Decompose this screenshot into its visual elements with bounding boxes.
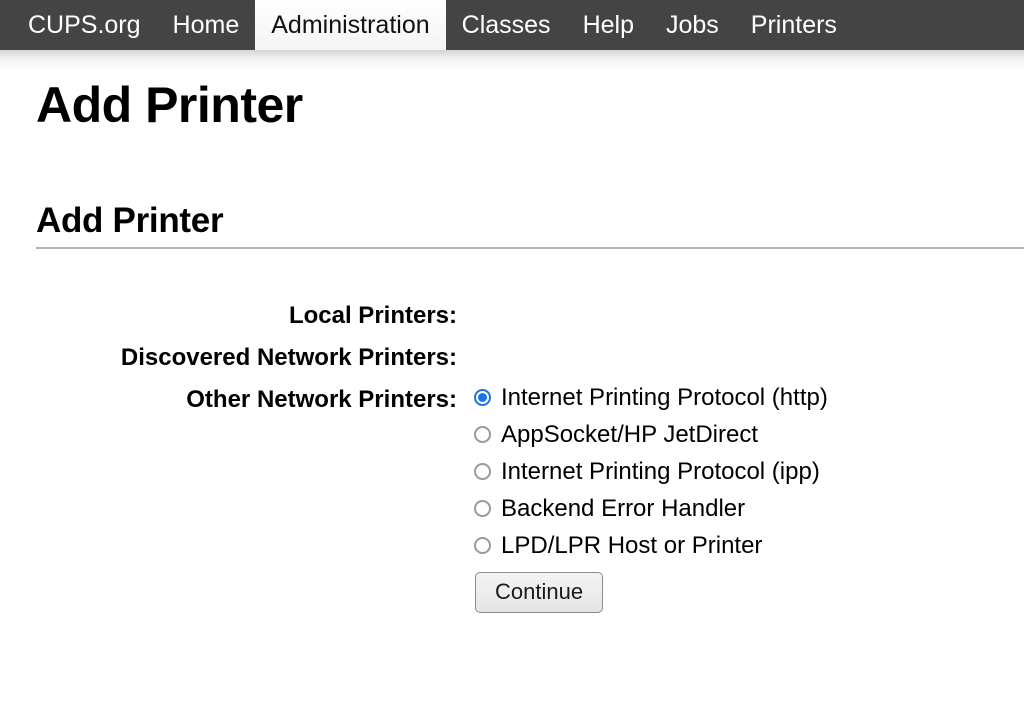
section-heading-add-printer: Add Printer <box>36 133 1024 250</box>
radio-button-icon[interactable] <box>474 389 491 407</box>
nav-item-jobs[interactable]: Jobs <box>650 0 735 50</box>
radio-option-label[interactable]: AppSocket/HP JetDirect <box>501 422 758 447</box>
label-other-network-printers: Other Network Printers: <box>186 386 457 414</box>
page-content: Add Printer Add Printer Local Printers: … <box>0 50 1024 614</box>
label-local-printers: Local Printers: <box>288 302 457 330</box>
form-actions: Continue <box>475 571 828 614</box>
radio-option-ipp-ipp[interactable]: Internet Printing Protocol (ipp) <box>474 453 828 490</box>
value-other-network-printers: Internet Printing Protocol (http) AppSoc… <box>467 379 828 614</box>
value-local-printers <box>467 295 828 337</box>
nav-item-cups-org[interactable]: CUPS.org <box>12 0 157 50</box>
nav-item-help[interactable]: Help <box>567 0 650 50</box>
radio-option-label[interactable]: Internet Printing Protocol (http) <box>501 385 828 410</box>
radio-option-ipp-http[interactable]: Internet Printing Protocol (http) <box>474 379 828 416</box>
radio-option-label[interactable]: LPD/LPR Host or Printer <box>501 533 762 558</box>
other-network-printers-radio-group[interactable]: Internet Printing Protocol (http) AppSoc… <box>474 379 828 564</box>
radio-option-backend-error-handler[interactable]: Backend Error Handler <box>474 490 828 527</box>
radio-button-icon[interactable] <box>474 537 491 555</box>
value-discovered-network-printers <box>467 337 828 379</box>
radio-button-icon[interactable] <box>474 463 491 481</box>
continue-button[interactable]: Continue <box>475 572 604 614</box>
page-title: Add Printer <box>36 77 303 133</box>
radio-button-icon[interactable] <box>474 426 491 444</box>
radio-option-label[interactable]: Internet Printing Protocol (ipp) <box>501 459 820 484</box>
add-printer-form: Local Printers: Discovered Network Print… <box>36 295 828 614</box>
form-row-local-printers: Local Printers: <box>36 295 828 337</box>
radio-option-lpd-lpr[interactable]: LPD/LPR Host or Printer <box>474 527 828 564</box>
radio-option-appsocket-jetdirect[interactable]: AppSocket/HP JetDirect <box>474 416 828 453</box>
radio-button-icon[interactable] <box>474 500 491 518</box>
form-row-other-network-printers: Other Network Printers: Internet Printin… <box>36 379 828 614</box>
nav-item-classes[interactable]: Classes <box>446 0 567 50</box>
nav-item-administration[interactable]: Administration <box>255 0 446 50</box>
radio-option-label[interactable]: Backend Error Handler <box>501 496 745 521</box>
label-discovered-network-printers: Discovered Network Printers: <box>120 344 457 372</box>
form-row-discovered-network-printers: Discovered Network Printers: <box>36 337 828 379</box>
top-navigation-bar: CUPS.org Home Administration Classes Hel… <box>0 0 1024 50</box>
nav-item-printers[interactable]: Printers <box>735 0 853 50</box>
nav-item-home[interactable]: Home <box>157 0 256 50</box>
